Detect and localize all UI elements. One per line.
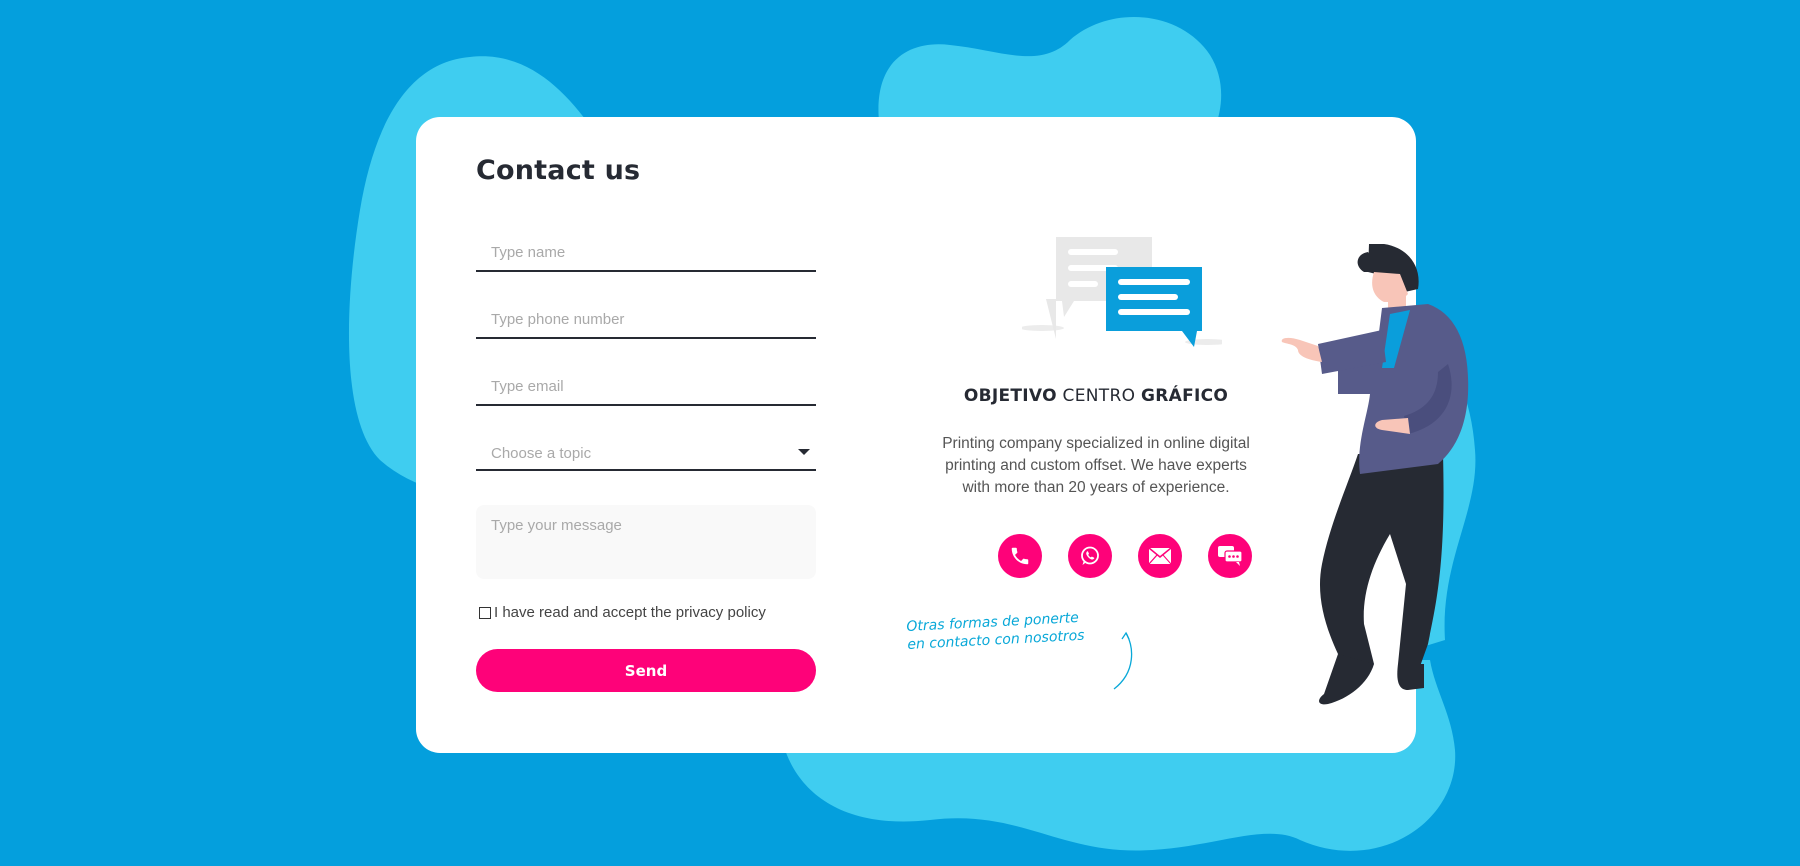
bubble-shadow [1022, 325, 1064, 331]
whatsapp-button[interactable] [1068, 534, 1112, 578]
phone-icon [1011, 547, 1029, 565]
privacy-label: I have read and accept the privacy polic… [494, 603, 766, 621]
whatsapp-icon [1081, 546, 1099, 565]
email-input[interactable] [476, 368, 816, 406]
grey-bubble-tail [1062, 301, 1074, 317]
chat-icon [1218, 546, 1243, 566]
message-textarea[interactable] [476, 505, 816, 579]
alternative-contact-note: Otras formas de ponerte en contacto con … [906, 609, 1085, 654]
page-title: Contact us [476, 155, 641, 186]
topic-select[interactable]: Choose a topic [476, 433, 816, 471]
brand-regular: CENTRO [1062, 386, 1136, 406]
phone-button[interactable] [998, 534, 1042, 578]
line [1118, 309, 1190, 315]
line [1118, 279, 1190, 285]
person-illustration [1281, 244, 1469, 705]
blue-bubble-tail [1182, 331, 1197, 347]
line [1068, 249, 1118, 255]
chat-button[interactable] [1208, 534, 1252, 578]
email-icon [1148, 547, 1172, 565]
brand-bold-2: GRÁFICO [1140, 386, 1229, 406]
privacy-checkbox[interactable] [479, 606, 491, 619]
line [1118, 294, 1178, 300]
email-button[interactable] [1138, 534, 1182, 578]
privacy-consent[interactable]: I have read and accept the privacy polic… [479, 603, 766, 621]
caret-down-icon [798, 449, 810, 455]
right-shoe [1397, 664, 1424, 690]
send-button[interactable]: Send [476, 649, 816, 692]
chat-bubbles-illustration [1022, 237, 1222, 347]
brand-name: OBJETIVO CENTRO GRÁFICO [946, 386, 1246, 406]
legs [1319, 454, 1444, 674]
raised-hand [1281, 337, 1322, 362]
brand-bold-1: OBJETIVO [963, 386, 1057, 406]
name-input[interactable] [476, 234, 816, 272]
line [1068, 281, 1098, 287]
contact-icons [998, 534, 1252, 578]
company-description: Printing company specialized in online d… [942, 435, 1250, 496]
curved-arrow-icon [1113, 631, 1133, 690]
phone-input[interactable] [476, 301, 816, 339]
topic-select-value: Choose a topic [491, 445, 592, 462]
contact-card: Contact us Choose a topic I have read an… [416, 117, 1416, 753]
